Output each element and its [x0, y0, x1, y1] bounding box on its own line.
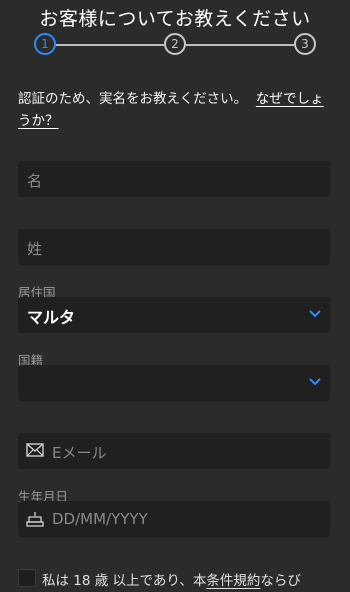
terms-link[interactable]: 条件規約 — [206, 573, 260, 589]
stepper-line-2 — [186, 44, 294, 46]
birthdate-placeholder: DD/MM/YYYY — [52, 510, 148, 528]
last-name-placeholder: 姓 — [27, 240, 43, 258]
terms-prefix: 私は 18 歳 以上であり、本 — [42, 573, 207, 589]
terms-text: 私は 18 歳 以上であり、本条件規約ならび — [42, 569, 301, 589]
birthdate-field[interactable]: DD/MM/YYYY — [18, 501, 330, 537]
first-name-placeholder: 名 — [27, 172, 43, 190]
terms-suffix: ならび — [260, 573, 301, 589]
nationality-select[interactable] — [18, 365, 330, 401]
cake-icon — [26, 512, 44, 527]
envelope-icon — [26, 443, 44, 457]
terms-checkbox[interactable] — [18, 569, 36, 587]
step-1-indicator: 1 — [34, 33, 56, 55]
stepper-line-1 — [56, 44, 164, 46]
step-2-indicator: 2 — [164, 33, 186, 55]
intro-message: 認証のため、実名をお教えください。 — [18, 91, 248, 107]
intro-text: 認証のため、実名をお教えください。 なぜでしょうか？ — [18, 88, 336, 132]
country-value: マルタ — [27, 308, 76, 327]
country-select[interactable]: マルタ — [18, 297, 330, 333]
page-title: お客様についてお教えください — [39, 8, 311, 30]
progress-stepper: 1 2 3 — [34, 33, 316, 57]
chevron-down-icon — [309, 310, 321, 318]
chevron-down-icon — [309, 378, 321, 386]
email-field[interactable]: Eメール — [18, 433, 330, 469]
step-3-indicator: 3 — [294, 33, 316, 55]
email-placeholder: Eメール — [52, 444, 107, 462]
first-name-field[interactable]: 名 — [18, 161, 330, 197]
last-name-field[interactable]: 姓 — [18, 229, 330, 265]
